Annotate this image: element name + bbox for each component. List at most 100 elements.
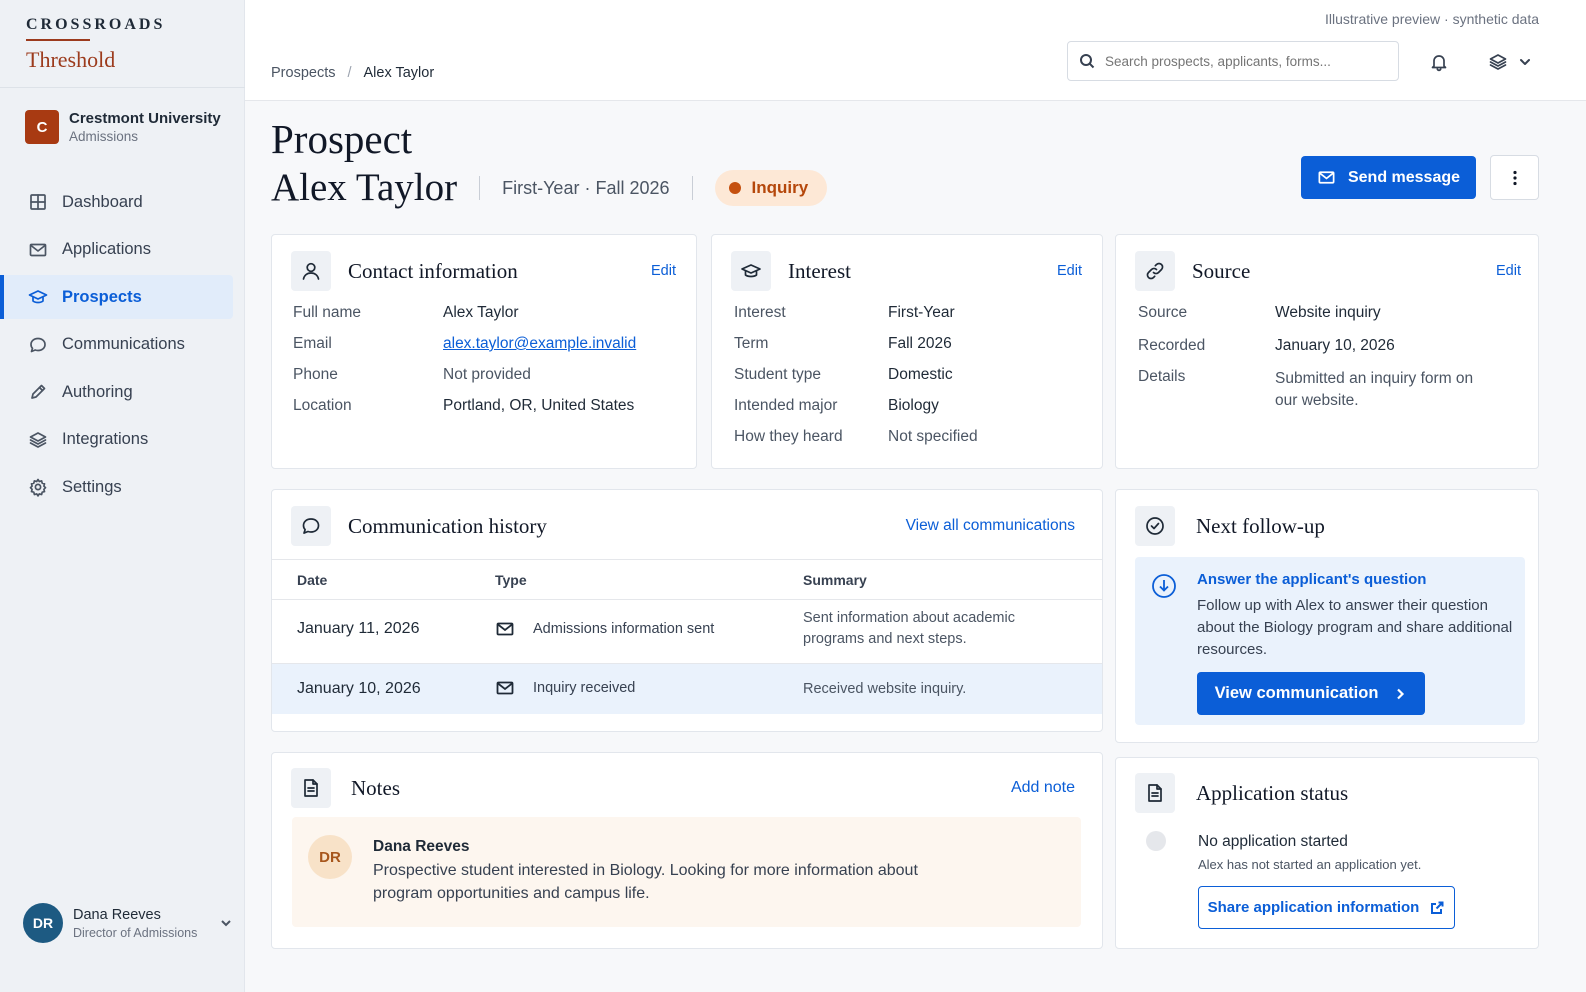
card-title: Notes (351, 775, 400, 800)
card-title: Contact information (348, 258, 518, 283)
view-communication-label: View communication (1214, 684, 1379, 702)
row-type: Admissions information sent (495, 619, 714, 639)
edit-contact-link[interactable]: Edit (651, 263, 676, 279)
application-status-card: Application status No application starte… (1115, 757, 1539, 949)
field-label: Intended major (734, 397, 838, 414)
row-date: January 10, 2026 (297, 680, 421, 697)
sidebar-item-dashboard[interactable]: Dashboard (0, 180, 233, 224)
card-title: Application status (1196, 780, 1349, 805)
field-label: Student type (734, 366, 822, 383)
breadcrumb-separator: / (347, 65, 352, 81)
chevron-down-icon[interactable] (219, 916, 233, 930)
topbar: Illustrative preview · synthetic data Pr… (245, 0, 1586, 101)
brand-underline (26, 39, 90, 41)
row-type-label: Admissions information sent (533, 621, 715, 637)
search-icon (1080, 54, 1095, 69)
mail-icon (1318, 171, 1335, 184)
search-input[interactable] (1105, 53, 1385, 69)
sidebar-divider (0, 87, 245, 88)
workspace-switcher[interactable] (1488, 52, 1532, 72)
brand-logo[interactable]: CROSSROADS Threshold (26, 16, 165, 73)
send-message-label: Send message (1347, 168, 1461, 186)
check-circle-icon (1135, 506, 1175, 546)
sidebar-item-label: Dashboard (62, 192, 143, 211)
external-link-icon (1431, 901, 1444, 914)
sidebar-item-integrations[interactable]: Integrations (0, 418, 233, 462)
field-value: First-Year (888, 304, 955, 321)
sidebar-item-applications[interactable]: Applications (0, 228, 233, 272)
field-label: Details (1138, 368, 1186, 385)
graduation-cap-icon (731, 251, 771, 291)
search-box[interactable] (1067, 41, 1399, 81)
bell-icon (1431, 55, 1447, 72)
view-all-communications-link[interactable]: View all communications (906, 517, 1075, 535)
title-divider (479, 176, 481, 200)
sidebar: CROSSROADS Threshold C Crestmont Univers… (0, 0, 245, 992)
card-title: Interest (788, 258, 851, 283)
breadcrumb-current: Alex Taylor (363, 65, 435, 81)
sidebar-item-settings[interactable]: Settings (0, 465, 233, 509)
sidebar-item-label: Prospects (62, 287, 142, 306)
interest-card: Interest Edit Interest First-Year Term Fal… (711, 234, 1103, 469)
user-menu[interactable]: DR Dana Reeves Director of Admissions (23, 903, 233, 943)
link-icon (1135, 251, 1175, 291)
status-badge: Inquiry (714, 170, 828, 206)
status-indicator (1146, 831, 1166, 851)
table-row[interactable]: January 10, 2026 Inquiry received Receiv… (272, 664, 1102, 714)
share-application-information-button[interactable]: Share application information (1198, 886, 1455, 929)
application-status-sub: Alex has not started an application yet. (1198, 857, 1422, 872)
chat-bubble-icon (291, 506, 331, 546)
org-logo: C (25, 110, 59, 144)
card-title: Source (1192, 258, 1251, 283)
org-switcher[interactable]: C Crestmont University Admissions (25, 110, 221, 144)
status-badge-label: Inquiry (751, 178, 809, 197)
field-label: Full name (293, 304, 362, 321)
avatar: DR (308, 835, 352, 879)
title-divider (691, 176, 693, 200)
document-icon (1135, 773, 1175, 813)
sidebar-item-prospects[interactable]: Prospects (0, 275, 233, 319)
sidebar-nav: Dashboard Applications Prospects Communi… (0, 180, 245, 513)
column-header-date[interactable]: Date (297, 572, 327, 588)
field-value: Domestic (888, 366, 953, 383)
note-item: DR Dana Reeves Prospective student inter… (292, 817, 1081, 927)
field-value: Submitted an inquiry form on our website… (1275, 370, 1474, 409)
brand-name: Threshold (26, 47, 116, 72)
brand-top-text: CROSSROADS (26, 16, 166, 33)
add-note-link[interactable]: Add note (1011, 779, 1075, 797)
row-type: Inquiry received (495, 678, 635, 698)
more-actions-button[interactable] (1490, 155, 1539, 200)
phone-value: Not provided (443, 366, 531, 383)
view-communication-button[interactable]: View communication (1197, 672, 1425, 715)
layers-icon (29, 431, 47, 448)
breadcrumb-prospects-link[interactable]: Prospects (271, 65, 335, 81)
send-message-button[interactable]: Send message (1301, 156, 1476, 199)
table-row[interactable]: January 11, 2026 Admissions information … (272, 600, 1102, 664)
email-link[interactable]: alex.taylor@example.invalid (443, 335, 636, 366)
field-value: January 10, 2026 (1275, 337, 1395, 354)
column-header-summary[interactable]: Summary (803, 572, 867, 588)
field-label: Source (1138, 304, 1188, 321)
note-author: Dana Reeves (373, 838, 470, 855)
field-value: Biology (888, 397, 939, 414)
sidebar-item-authoring[interactable]: Authoring (0, 370, 233, 414)
follow-up-title[interactable]: Answer the applicant's question (1197, 571, 1426, 588)
application-status-text: No application started (1198, 833, 1348, 850)
card-title: Communication history (348, 513, 547, 538)
next-follow-up-card: Next follow-up Answer the applicant's qu… (1115, 489, 1539, 743)
column-header-type[interactable]: Type (495, 572, 527, 588)
user-name: Dana Reeves (73, 906, 161, 923)
user-role: Director of Admissions (73, 925, 198, 940)
sidebar-item-label: Applications (62, 240, 151, 258)
notifications-button[interactable] (1429, 52, 1449, 72)
org-name: Crestmont University (69, 110, 221, 127)
source-fields: Source Website inquiry Recorded January 10… (1138, 304, 1495, 412)
note-text: Prospective student interested in Biolog… (373, 862, 918, 902)
sidebar-item-communications[interactable]: Communications (0, 323, 233, 367)
card-title: Next follow-up (1196, 513, 1325, 538)
edit-source-link[interactable]: Edit (1496, 263, 1521, 279)
row-type-label: Inquiry received (533, 680, 636, 696)
sidebar-item-label: Settings (62, 477, 122, 496)
row-summary: Sent information about academic programs… (803, 610, 1015, 647)
edit-interest-link[interactable]: Edit (1057, 263, 1082, 279)
